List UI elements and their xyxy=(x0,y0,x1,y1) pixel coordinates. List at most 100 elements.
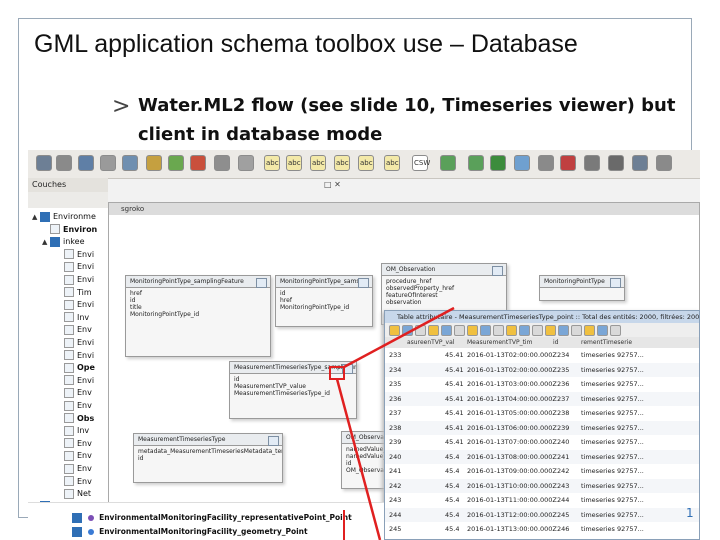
table-tool-icon[interactable] xyxy=(519,325,530,336)
open-table-icon[interactable] xyxy=(492,266,503,276)
toolbar-button[interactable] xyxy=(238,155,254,171)
table-cell: 234 xyxy=(557,351,570,359)
table-tool-icon[interactable] xyxy=(402,325,413,336)
toolbar-button[interactable] xyxy=(122,155,138,171)
toolbar-button[interactable]: abc xyxy=(384,155,400,171)
uml-class-box[interactable]: MonitoringPointType_sams id href Monitori… xyxy=(275,275,373,327)
table-tool-icon[interactable] xyxy=(584,325,595,336)
table-row[interactable]: 233 45.41 2016-01-13T02:00:00.000Z 234 times… xyxy=(385,348,699,363)
toolbar-button[interactable] xyxy=(190,155,206,171)
table-row[interactable]: 240 45.4 2016-01-13T08:00:00.000Z 241 timese… xyxy=(385,449,699,464)
layer-label: Envi xyxy=(77,300,95,310)
open-table-icon[interactable] xyxy=(256,278,267,288)
expand-toggle-icon[interactable]: ▲ xyxy=(42,236,50,248)
toolbar-button[interactable]: CSW xyxy=(412,155,430,171)
toolbar-button[interactable] xyxy=(538,155,554,171)
table-tool-icon[interactable] xyxy=(532,325,543,336)
column-header[interactable]: MeasurementTVP_tim xyxy=(467,339,532,346)
table-tool-icon[interactable] xyxy=(571,325,582,336)
layer-label: Net xyxy=(77,489,92,499)
layer-checkbox[interactable] xyxy=(72,526,82,537)
table-row[interactable]: 235 45.41 2016-01-13T03:00:00.000Z 236 times… xyxy=(385,377,699,392)
toolbar-button[interactable] xyxy=(632,155,648,171)
table-row[interactable]: 245 45.4 2016-01-13T13:00:00.000Z 246 timese… xyxy=(385,522,699,537)
table-row[interactable]: 244 45.4 2016-01-13T12:00:00.000Z 245 timese… xyxy=(385,507,699,522)
layer-checkbox[interactable] xyxy=(50,236,60,247)
toolbar-button[interactable] xyxy=(56,155,72,171)
table-row[interactable]: 242 45.4 2016-01-13T10:00:00.000Z 243 timese… xyxy=(385,478,699,493)
open-table-icon[interactable] xyxy=(268,436,279,446)
table-layer-icon xyxy=(64,274,74,285)
toolbar-button[interactable] xyxy=(100,155,116,171)
table-row[interactable]: 241 45.4 2016-01-13T09:00:00.000Z 242 timese… xyxy=(385,464,699,479)
open-table-icon[interactable] xyxy=(610,278,621,288)
table-tool-icon[interactable] xyxy=(467,325,478,336)
toolbar-button[interactable] xyxy=(584,155,600,171)
column-header[interactable]: asureenTVP_val xyxy=(407,339,454,346)
table-layer-icon xyxy=(64,324,74,335)
toolbar-button[interactable] xyxy=(560,155,576,171)
toolbar-button[interactable]: abc xyxy=(334,155,350,171)
table-tool-icon[interactable] xyxy=(610,325,621,336)
table-tool-icon[interactable] xyxy=(441,325,452,336)
column-header[interactable]: rementTimeserie xyxy=(581,339,632,346)
toolbar-button[interactable]: abc xyxy=(358,155,374,171)
table-tool-icon[interactable] xyxy=(428,325,439,336)
uml-class-box[interactable]: MeasurementTimeseriesType metadata_Measur… xyxy=(133,433,283,483)
table-tool-icon[interactable] xyxy=(480,325,491,336)
table-tool-icon[interactable] xyxy=(454,325,465,336)
toolbar-button[interactable]: abc xyxy=(286,155,302,171)
column-header[interactable]: id xyxy=(553,339,558,346)
layer-item[interactable]: EnvironmentalMonitoringFacility_geometry… xyxy=(72,525,428,538)
uml-class-box[interactable]: MeasurementTimeseriesType_sampleRun id Me… xyxy=(229,361,357,419)
toolbar-button[interactable] xyxy=(214,155,230,171)
toolbar-button[interactable] xyxy=(440,155,456,171)
layer-item[interactable]: ▲ Environme xyxy=(28,210,112,223)
table-row[interactable]: 234 45.41 2016-01-13T02:00:00.000Z 235 times… xyxy=(385,362,699,377)
table-tool-icon[interactable] xyxy=(545,325,556,336)
toolbar-button[interactable]: abc xyxy=(310,155,326,171)
table-row[interactable]: 237 45.41 2016-01-13T05:00:00.000Z 238 times… xyxy=(385,406,699,421)
toolbar-button[interactable] xyxy=(168,155,184,171)
table-layer-icon xyxy=(64,337,74,348)
table-tool-icon[interactable] xyxy=(415,325,426,336)
table-cell: 2016-01-13T03:00:00.000Z xyxy=(467,380,557,388)
table-row[interactable]: 243 45.4 2016-01-13T11:00:00.000Z 244 timese… xyxy=(385,493,699,508)
layer-checkbox[interactable] xyxy=(40,211,50,222)
layer-checkbox[interactable] xyxy=(72,512,82,523)
toolbar-button[interactable] xyxy=(36,155,52,171)
toolbar-button[interactable] xyxy=(656,155,672,171)
open-table-icon[interactable] xyxy=(358,278,369,288)
toolbar-button[interactable] xyxy=(514,155,530,171)
uml-class-box[interactable]: MonitoringPointType xyxy=(539,275,625,301)
table-cell: 241 xyxy=(557,452,570,461)
table-tool-icon[interactable] xyxy=(493,325,504,336)
table-cell: 246 xyxy=(557,525,570,533)
open-table-icon[interactable] xyxy=(342,364,353,374)
table-row[interactable]: 236 45.41 2016-01-13T04:00:00.000Z 237 times… xyxy=(385,391,699,406)
uml-class-box[interactable]: MonitoringPointType_samplingFeature href … xyxy=(125,275,271,357)
toolbar-button[interactable]: abc xyxy=(264,155,280,171)
layer-item[interactable]: EnvironmentalMonitoringFacility_represen… xyxy=(72,511,428,524)
layer-label: Env xyxy=(77,451,92,461)
toolbar-button[interactable] xyxy=(468,155,484,171)
table-cell: 2016-01-13T08:00:00.000Z xyxy=(467,452,557,461)
toolbar-button[interactable] xyxy=(608,155,624,171)
slide-title: GML application schema toolbox use – Dat… xyxy=(34,30,578,58)
expand-toggle-icon[interactable]: ▲ xyxy=(32,211,40,223)
table-tool-icon[interactable] xyxy=(597,325,608,336)
table-cell: timeseries 92757... xyxy=(581,365,644,374)
toolbar-button[interactable] xyxy=(146,155,162,171)
layer-label: Env xyxy=(77,464,92,473)
toolbar-button-label: abc xyxy=(266,159,279,167)
table-layer-icon xyxy=(64,362,74,373)
table-tool-icon[interactable] xyxy=(506,325,517,336)
table-tool-icon[interactable] xyxy=(558,325,569,336)
table-tool-icon[interactable] xyxy=(389,325,400,336)
table-row[interactable]: 238 45.41 2016-01-13T06:00:00.000Z 239 times… xyxy=(385,420,699,435)
bullet-marker: > xyxy=(112,94,131,119)
panel-dock-buttons[interactable]: □ ✕ xyxy=(324,180,354,192)
table-row[interactable]: 239 45.41 2016-01-13T07:00:00.000Z 240 times… xyxy=(385,435,699,450)
toolbar-button[interactable] xyxy=(78,155,94,171)
toolbar-button[interactable] xyxy=(490,155,506,171)
